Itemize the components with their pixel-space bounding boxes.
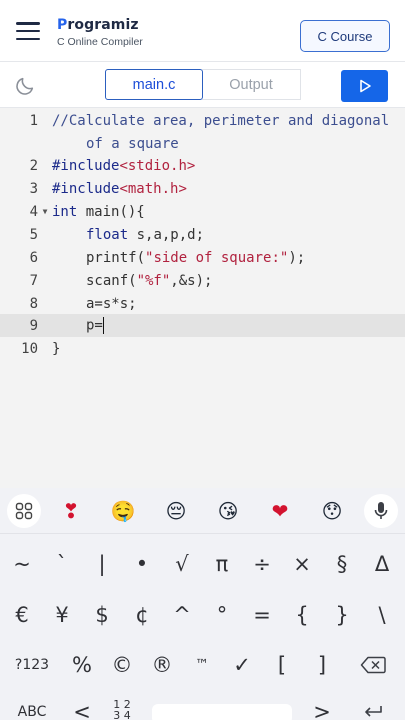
line-number: 8: [29, 295, 38, 312]
key-caret[interactable]: ^: [162, 595, 202, 635]
code-editor[interactable]: 1 //Calculate area, perimeter and diagon…: [0, 108, 405, 488]
line-number: 4: [29, 203, 38, 220]
key-tilde[interactable]: ~: [2, 544, 42, 584]
key-multiply[interactable]: ×: [282, 544, 322, 584]
key-left-brace[interactable]: {: [282, 595, 322, 635]
key-symbols-toggle[interactable]: ?123: [2, 645, 62, 685]
emoji-heart-exclamation[interactable]: ❣: [58, 499, 84, 525]
key-less-than[interactable]: <: [62, 700, 102, 720]
code-string: "%f": [136, 272, 171, 289]
line-number: 9: [29, 317, 38, 334]
tab-main-c[interactable]: main.c: [105, 69, 203, 100]
code-line-4[interactable]: 4 ▼ int main(){: [0, 200, 405, 223]
key-percent[interactable]: %: [62, 645, 102, 685]
code-line-7[interactable]: 7 scanf("%f",&s);: [0, 269, 405, 292]
brand-subtitle: C Online Compiler: [57, 36, 143, 48]
key-pipe[interactable]: |: [82, 544, 122, 584]
code-line-6[interactable]: 6 printf("side of square:");: [0, 246, 405, 269]
key-section[interactable]: §: [322, 544, 362, 584]
key-registered[interactable]: ®: [142, 645, 182, 685]
key-copyright[interactable]: ©: [102, 645, 142, 685]
key-greater-than[interactable]: >: [302, 700, 342, 720]
key-equals[interactable]: =: [242, 595, 282, 635]
onscreen-keyboard: ❣ 🤤 😔 😘 ❤ 😯 ~ ` | • √ π ÷ × § Δ € ¥ $ ¢ …: [0, 488, 405, 720]
brand[interactable]: Programiz C Online Compiler: [57, 17, 143, 48]
code-keyword: #include: [52, 180, 120, 197]
menu-icon[interactable]: [16, 22, 40, 40]
emoji-drooling-face[interactable]: 🤤: [110, 499, 136, 525]
key-right-brace[interactable]: }: [322, 595, 362, 635]
c-course-button[interactable]: C Course: [300, 20, 390, 52]
emoji-hushed-face[interactable]: 😯: [319, 499, 345, 525]
code-line-3[interactable]: 3 #include<math.h>: [0, 177, 405, 200]
code-line-8[interactable]: 8 a=s*s;: [0, 292, 405, 315]
emoji-kissing-face[interactable]: 😘: [215, 499, 241, 525]
moon-icon[interactable]: [14, 75, 36, 97]
code-comment-wrap: of a square: [86, 135, 179, 152]
key-dollar[interactable]: $: [82, 595, 122, 635]
code-line-5[interactable]: 5 float s,a,p,d;: [0, 223, 405, 246]
key-pi[interactable]: π: [202, 544, 242, 584]
line-number: 6: [29, 249, 38, 266]
key-right-bracket[interactable]: ]: [302, 645, 342, 685]
code-comment: //Calculate area, perimeter and diagonal: [52, 112, 390, 129]
code-line-9-active[interactable]: 9 p=: [0, 314, 405, 337]
code-line-1[interactable]: 1 //Calculate area, perimeter and diagon…: [0, 109, 405, 132]
line-number: 3: [29, 180, 38, 197]
key-abc-toggle[interactable]: ABC: [2, 700, 62, 720]
emoji-red-heart[interactable]: ❤: [267, 499, 293, 525]
code-keyword: int: [52, 203, 78, 220]
fold-arrow-icon[interactable]: ▼: [38, 207, 52, 216]
backspace-icon[interactable]: [346, 645, 400, 685]
emoji-suggestion-bar: ❣ 🤤 😔 😘 ❤ 😯: [0, 488, 405, 534]
code-header: <stdio.h>: [119, 157, 196, 174]
emoji-pensive-face[interactable]: 😔: [163, 499, 189, 525]
key-degree[interactable]: °: [202, 595, 242, 635]
line-number: 10: [21, 340, 38, 357]
microphone-icon[interactable]: [364, 494, 398, 528]
key-euro[interactable]: €: [2, 595, 42, 635]
brand-logo: Programiz: [57, 17, 139, 33]
key-yen[interactable]: ¥: [42, 595, 82, 635]
key-divide[interactable]: ÷: [242, 544, 282, 584]
key-delta[interactable]: Δ: [362, 544, 402, 584]
code-line-2[interactable]: 2 #include<stdio.h>: [0, 154, 405, 177]
key-cent[interactable]: ¢: [122, 595, 162, 635]
tab-output[interactable]: Output: [202, 69, 301, 100]
key-page-toggle[interactable]: 1 2 3 4: [102, 696, 142, 720]
app-header: Programiz C Online Compiler C Course: [0, 0, 405, 62]
emoji-grid-icon[interactable]: [7, 494, 41, 528]
editor-toolbar: main.c Output: [0, 62, 405, 108]
code-line-10[interactable]: 10 }: [0, 337, 405, 360]
key-left-bracket[interactable]: [: [262, 645, 302, 685]
line-number: 5: [29, 226, 38, 243]
spacebar[interactable]: [152, 704, 292, 720]
code-keyword: float: [86, 226, 129, 243]
key-backslash[interactable]: \: [362, 595, 402, 635]
key-backtick[interactable]: `: [42, 544, 82, 584]
key-sqrt[interactable]: √: [162, 544, 202, 584]
code-header: <math.h>: [119, 180, 187, 197]
line-number: 7: [29, 272, 38, 289]
enter-icon[interactable]: [346, 700, 400, 720]
code-keyword: #include: [52, 157, 120, 174]
run-button[interactable]: [341, 70, 388, 102]
key-bullet[interactable]: •: [122, 544, 162, 584]
play-icon: [359, 79, 371, 93]
line-number: 1: [29, 112, 38, 129]
line-number: 2: [29, 157, 38, 174]
text-cursor: [102, 317, 105, 334]
code-line-1-wrap[interactable]: of a square: [0, 132, 405, 155]
key-trademark[interactable]: ™: [182, 645, 222, 685]
code-string: "side of square:": [145, 249, 289, 266]
key-check[interactable]: ✓: [222, 645, 262, 685]
